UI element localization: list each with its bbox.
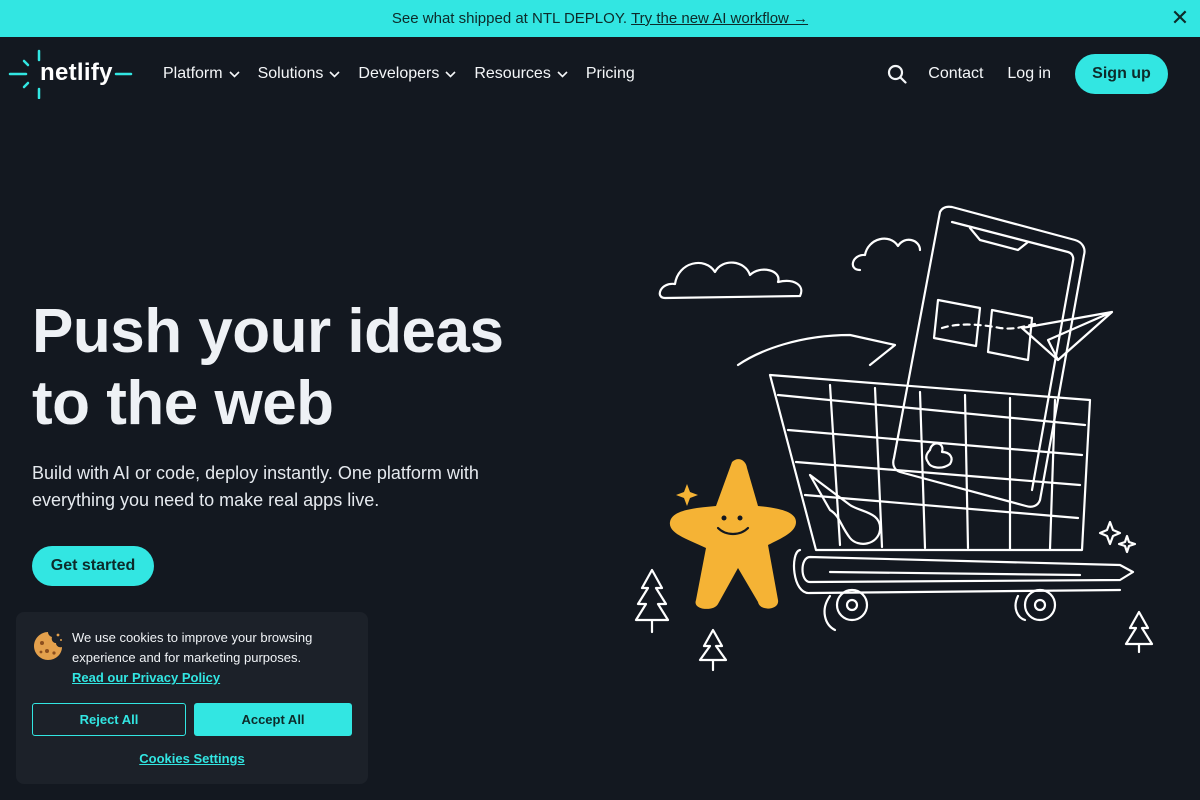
cookies-settings-link[interactable]: Cookies Settings xyxy=(16,751,368,766)
chevron-down-icon xyxy=(229,70,240,78)
privacy-policy-link[interactable]: Read our Privacy Policy xyxy=(72,668,352,688)
hero-title-line-2: to the web xyxy=(32,369,334,438)
search-icon[interactable] xyxy=(887,64,907,84)
contact-link[interactable]: Contact xyxy=(928,65,983,83)
hero-title: Push your ideas to the web xyxy=(32,296,592,440)
tree-icon xyxy=(698,628,728,672)
announcement-link[interactable]: Try the new AI workflow → xyxy=(631,10,808,27)
chevron-down-icon xyxy=(557,70,568,78)
tree-icon xyxy=(1124,610,1154,654)
accept-all-button[interactable]: Accept All xyxy=(194,703,352,736)
cookie-icon xyxy=(34,632,62,660)
cloud-icon xyxy=(851,237,922,272)
nav-item-developers[interactable]: Developers xyxy=(358,65,456,83)
nav-label: Resources xyxy=(474,65,551,82)
duck-icon xyxy=(925,442,953,469)
cloud-icon xyxy=(658,261,803,300)
paper-plane-icon xyxy=(1020,310,1114,362)
close-icon[interactable]: ✕ xyxy=(1170,7,1190,29)
chevron-down-icon xyxy=(329,70,340,78)
cookie-banner: We use cookies to improve your browsing … xyxy=(16,612,368,784)
hero-title-line-1: Push your ideas xyxy=(32,297,504,366)
header-actions: Contact Log in Sign up xyxy=(887,37,1168,111)
pencil-icon xyxy=(801,555,1135,584)
chevron-down-icon xyxy=(445,70,456,78)
logo-text: netlify xyxy=(40,59,113,86)
sparkle-icon xyxy=(1117,534,1137,554)
cart-body xyxy=(768,373,1092,552)
cookie-message: We use cookies to improve your browsing … xyxy=(72,628,352,688)
nav-label: Solutions xyxy=(257,65,324,82)
cookie-text: We use cookies to improve your browsing … xyxy=(72,630,313,665)
hero-subtitle: Build with AI or code, deploy instantly.… xyxy=(32,463,479,510)
nav-label: Developers xyxy=(358,65,440,82)
netlify-logo[interactable]: netlify xyxy=(8,49,134,100)
nav-label: Pricing xyxy=(585,65,635,82)
reject-all-button[interactable]: Reject All xyxy=(32,703,186,736)
login-link[interactable]: Log in xyxy=(1007,65,1051,83)
nav-label: Platform xyxy=(163,65,223,82)
nav-item-pricing[interactable]: Pricing xyxy=(586,65,635,83)
nav-item-solutions[interactable]: Solutions xyxy=(258,65,341,83)
tree-icon xyxy=(634,568,670,634)
main-nav: Platform Solutions Developers Resources … xyxy=(163,37,653,111)
wheel-icon xyxy=(835,588,869,622)
shopping-cart-illustration xyxy=(634,205,1154,672)
wheel-icon xyxy=(1023,588,1057,622)
sparkle-icon xyxy=(1098,520,1122,546)
nav-item-resources[interactable]: Resources xyxy=(474,65,568,83)
get-started-button[interactable]: Get started xyxy=(32,546,154,586)
announcement-text: See what shipped at NTL DEPLOY. xyxy=(391,10,628,27)
signup-button[interactable]: Sign up xyxy=(1075,54,1168,94)
nav-item-platform[interactable]: Platform xyxy=(163,65,240,83)
announcement-bar: See what shipped at NTL DEPLOY. Try the … xyxy=(0,0,1200,37)
site-header: netlify Platform Solutions Developers Re… xyxy=(0,37,1200,111)
